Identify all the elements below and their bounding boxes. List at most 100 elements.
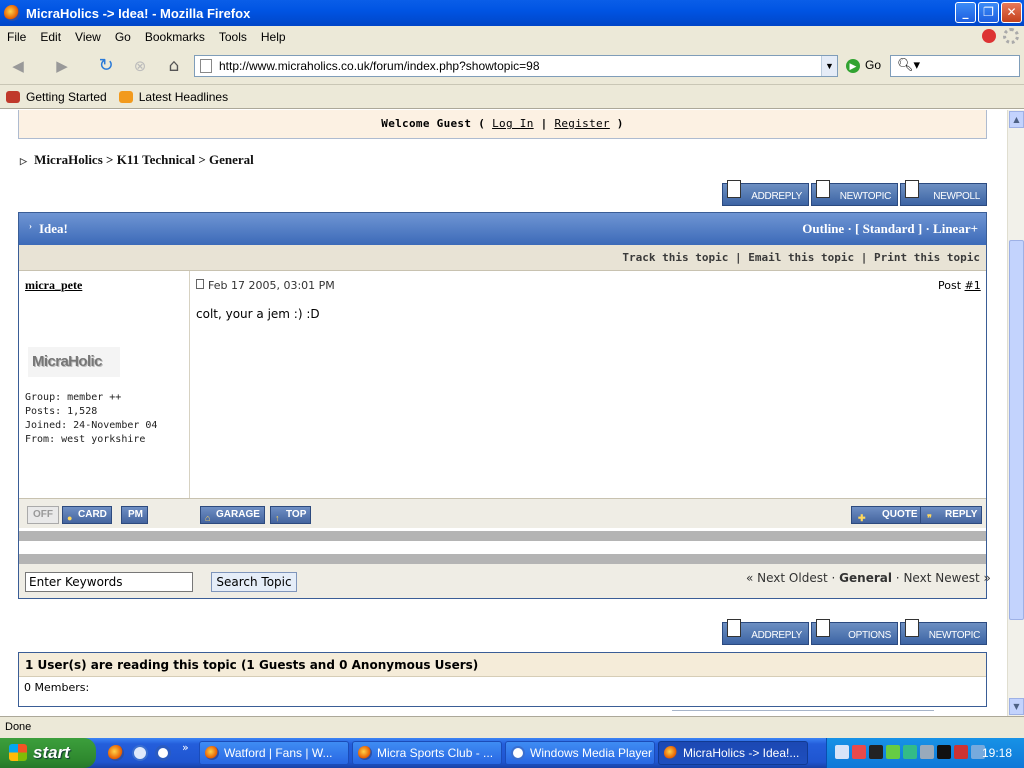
topic-actions[interactable]: Track this topic | Email this topic | Pr… [19, 245, 986, 271]
back-icon[interactable]: ◀ [6, 54, 30, 78]
next-newest-link[interactable]: Next Newest » [903, 571, 990, 585]
button-label: ADDREPLY [751, 630, 802, 641]
sound-icon[interactable] [920, 745, 934, 759]
address-bar[interactable]: http://www.micraholics.co.uk/forum/index… [194, 55, 838, 77]
reload-icon[interactable]: ↻ [94, 54, 118, 78]
firefox-bookmark-icon [6, 90, 20, 103]
status-bar: Done [0, 716, 1024, 738]
menu-file[interactable]: File [0, 30, 33, 44]
reply-icon [727, 180, 741, 198]
button-label: QUOTE [882, 509, 918, 520]
breadcrumb-forum[interactable]: MicraHolics [34, 152, 103, 167]
start-button[interactable]: start [0, 738, 96, 768]
post-date-text: Feb 17 2005, 03:01 PM [208, 279, 335, 292]
next-oldest-link[interactable]: « Next Oldest [746, 571, 828, 585]
topic-header: › Idea! Outline · [ Standard ] · Linear+ [19, 213, 986, 245]
stop-icon[interactable]: ⊗ [128, 54, 152, 78]
breadcrumb-category[interactable]: K11 Technical [117, 152, 195, 167]
help-icon[interactable] [869, 745, 883, 759]
go-button[interactable]: ▶ Go [846, 58, 881, 73]
clock: 19:18 [981, 746, 1012, 760]
taskbar-window-media-player[interactable]: Windows Media Player [505, 741, 655, 765]
add-reply-button-bottom[interactable]: ADDREPLY [722, 619, 809, 645]
view-mode-links[interactable]: Outline · [ Standard ] · Linear+ [802, 221, 978, 237]
post-date: Feb 17 2005, 03:01 PM [196, 279, 335, 292]
current-forum-link[interactable]: General [839, 571, 892, 585]
new-topic-button-bottom[interactable]: NEWTOPIC [900, 619, 987, 645]
minimize-button[interactable]: _ [955, 2, 976, 23]
m-app-icon[interactable] [937, 745, 951, 759]
menu-edit[interactable]: Edit [33, 30, 68, 44]
home-icon[interactable]: ⌂ [162, 54, 186, 78]
garage-button[interactable]: ⌂ GARAGE [200, 506, 265, 524]
ie-quicklaunch-icon[interactable] [132, 745, 148, 761]
welcome-text: Welcome Guest [381, 117, 472, 130]
poll-icon [905, 180, 919, 198]
login-link[interactable]: Log In [492, 117, 534, 130]
network-icon[interactable] [835, 745, 849, 759]
breadcrumb-subforum[interactable]: General [209, 152, 254, 167]
search-box[interactable]: 🔍︎▾ [890, 55, 1020, 77]
messenger-icon[interactable] [852, 745, 866, 759]
register-link[interactable]: Register [554, 117, 609, 130]
maximize-button[interactable]: ❐ [978, 2, 999, 23]
bookmark-latest-headlines[interactable]: Latest Headlines [113, 90, 228, 104]
firefox-icon [4, 5, 20, 21]
new-topic-icon [905, 619, 919, 637]
bookmark-getting-started[interactable]: Getting Started [0, 90, 107, 104]
button-label: OPTIONS [848, 630, 891, 641]
button-label: PM [128, 509, 143, 520]
new-topic-icon [816, 180, 830, 198]
home-icon: ⌂ [205, 513, 211, 523]
options-button[interactable]: OPTIONS [811, 619, 898, 645]
menu-help[interactable]: Help [254, 30, 293, 44]
url-dropdown-icon[interactable]: ▼ [821, 56, 837, 76]
search-engine-icon[interactable]: 🔍︎▾ [897, 58, 920, 73]
page-content: Welcome Guest ( Log In | Register ) ▷ Mi… [0, 110, 1007, 716]
taskbar-window-watford[interactable]: Watford | Fans | W... [199, 741, 349, 765]
antivirus-icon[interactable] [886, 745, 900, 759]
media-player-quicklaunch-icon[interactable] [155, 745, 171, 761]
paren: ( [478, 117, 486, 130]
scroll-up-icon[interactable]: ▲ [1009, 111, 1024, 128]
paren: ) [616, 117, 624, 130]
menu-go[interactable]: Go [108, 30, 138, 44]
new-topic-button[interactable]: NEWTOPIC [811, 180, 898, 206]
menu-tools[interactable]: Tools [212, 30, 254, 44]
scroll-thumb[interactable] [1009, 240, 1024, 620]
quote-button[interactable]: ✚ QUOTE [851, 506, 923, 524]
close-button[interactable]: ✕ [1001, 2, 1022, 23]
window-title-bar[interactable]: MicraHolics -> Idea! - Mozilla Firefox _… [0, 0, 1024, 26]
post-body: colt, your a jem :) :D [196, 307, 320, 321]
alert-icon[interactable] [954, 745, 968, 759]
taskbar-window-micraholics[interactable]: MicraHolics -> Idea!... [658, 741, 808, 765]
update-icon[interactable] [903, 745, 917, 759]
post-footer [19, 498, 986, 528]
new-poll-button[interactable]: NEWPOLL [900, 180, 987, 206]
post-number-link[interactable]: #1 [965, 279, 981, 292]
post-number: Post #1 [938, 279, 981, 292]
top-button[interactable]: ↑ TOP [270, 506, 312, 524]
breadcrumb: ▷ MicraHolics > K11 Technical > General [20, 152, 254, 168]
vertical-scrollbar[interactable]: ▲ ▼ [1007, 110, 1024, 716]
menu-bookmarks[interactable]: Bookmarks [138, 30, 212, 44]
keyword-input[interactable]: Enter Keywords [25, 572, 193, 592]
button-label: TOP [286, 509, 307, 520]
bookmarks-toolbar: Getting Started Latest Headlines [0, 85, 1024, 109]
system-tray: 19:18 [826, 738, 1024, 768]
menu-view[interactable]: View [68, 30, 108, 44]
pm-button[interactable]: PM [121, 506, 148, 524]
firefox-quicklaunch-icon[interactable] [108, 745, 124, 761]
scroll-down-icon[interactable]: ▼ [1009, 698, 1024, 715]
card-button[interactable]: ● CARD [62, 506, 112, 524]
post-divider [189, 271, 190, 528]
search-topic-button[interactable]: Search Topic [211, 572, 297, 592]
breadcrumb-sep: > [106, 152, 114, 167]
more-quicklaunch-icon[interactable]: » [182, 741, 189, 754]
add-reply-button[interactable]: ADDREPLY [722, 180, 809, 206]
forward-icon[interactable]: ▶ [50, 54, 74, 78]
taskbar-window-micra-sports[interactable]: Micra Sports Club - ... [352, 741, 502, 765]
post-author[interactable]: micra_pete [25, 278, 82, 293]
separator-bar [19, 554, 986, 564]
reply-button[interactable]: ❞ REPLY [920, 506, 983, 524]
